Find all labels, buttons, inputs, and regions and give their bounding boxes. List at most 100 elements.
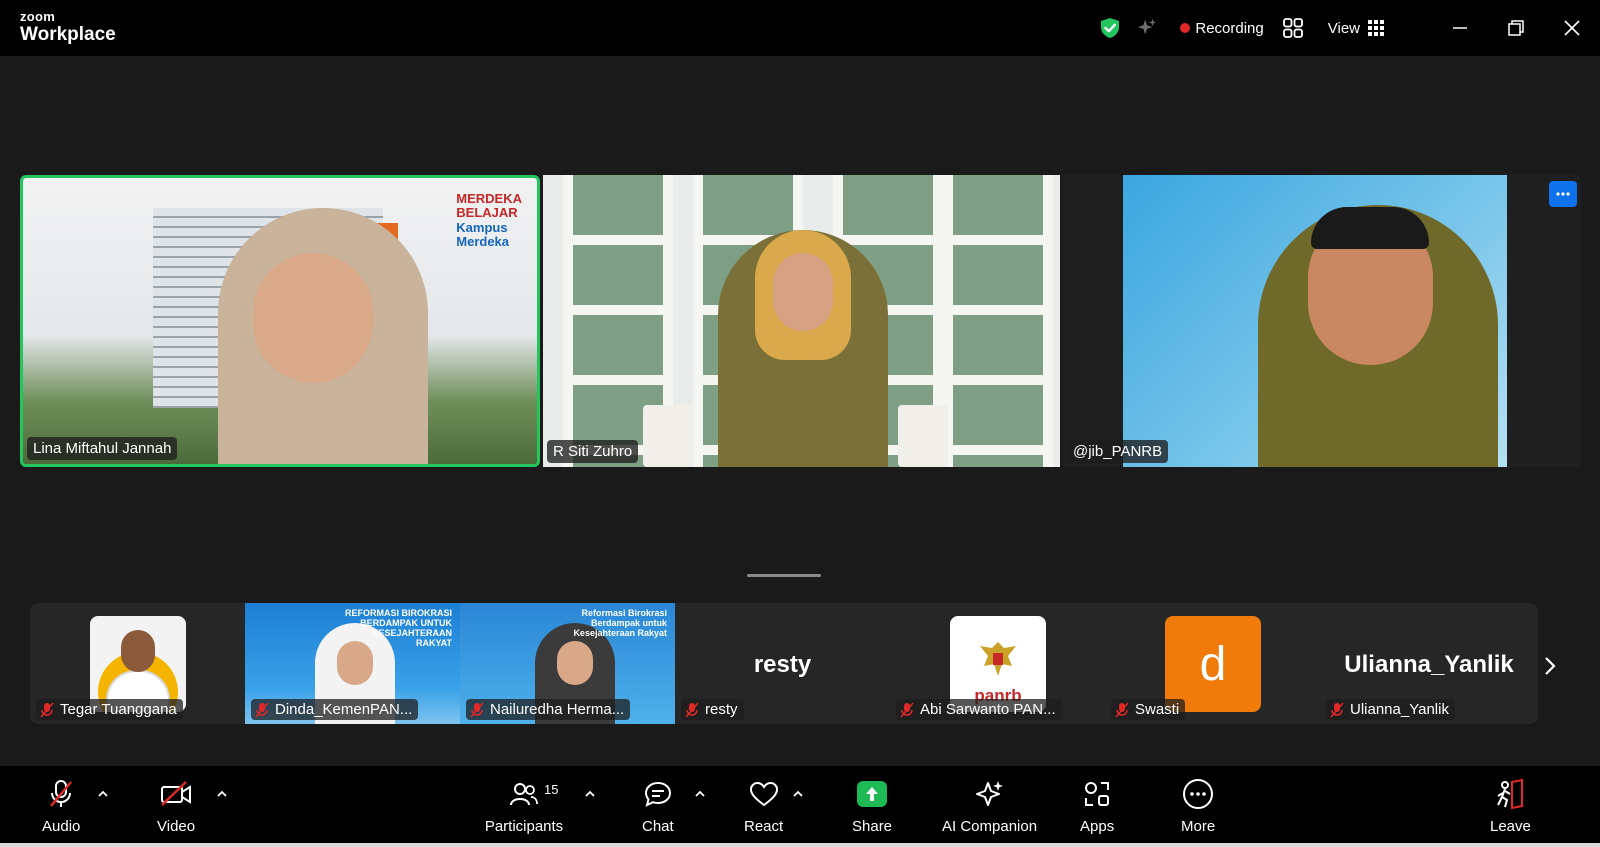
participant-display-name: resty bbox=[753, 651, 812, 678]
participant-name-label: Swasti bbox=[1111, 699, 1186, 720]
meeting-toolbar: Audio Video 15 Participants Chat React S… bbox=[0, 766, 1600, 847]
video-options-caret-icon[interactable] bbox=[216, 788, 228, 800]
restore-icon bbox=[1508, 20, 1524, 36]
video-tile-2[interactable]: R Siti Zuhro bbox=[543, 175, 1060, 467]
audio-label: Audio bbox=[42, 818, 81, 835]
mic-muted-icon bbox=[1330, 702, 1344, 717]
camera-off-icon bbox=[161, 781, 192, 806]
leave-button[interactable]: Leave bbox=[1490, 778, 1531, 835]
ai-companion-label: AI Companion bbox=[942, 818, 1038, 835]
filmstrip-tile[interactable]: panrb Abi Sarwanto PAN... bbox=[890, 603, 1105, 724]
title-bar: zoom Workplace Recording View bbox=[0, 0, 1600, 56]
video-banner-text: Reformasi Birokrasi Berdampak untuk Kese… bbox=[573, 608, 667, 638]
merdeka-belajar-banner: MERDEKA BELAJAR Kampus Merdeka bbox=[456, 191, 522, 249]
participant-name-label: Nailuredha Herma... bbox=[466, 699, 631, 720]
brand-top: zoom bbox=[20, 9, 56, 24]
participant-name: Swasti bbox=[1135, 701, 1180, 718]
mic-muted-icon bbox=[255, 702, 269, 717]
participant-video-feed: MERDEKA BELAJAR Kampus Merdeka bbox=[23, 178, 537, 464]
tile-more-options-button[interactable] bbox=[1549, 181, 1577, 207]
ai-sparkle-icon[interactable] bbox=[1136, 17, 1158, 39]
filmstrip-tile[interactable]: d Swasti bbox=[1105, 603, 1320, 724]
chat-bubble-icon bbox=[644, 781, 671, 807]
brand-bottom: Workplace bbox=[20, 24, 116, 45]
view-button[interactable]: View bbox=[1328, 20, 1384, 37]
chat-label: Chat bbox=[642, 818, 674, 835]
participant-name-label: Tegar Tuanggana bbox=[36, 699, 183, 720]
audio-button[interactable]: Audio bbox=[42, 778, 80, 835]
ellipsis-icon bbox=[1556, 192, 1570, 196]
minimize-icon bbox=[1453, 27, 1467, 29]
avatar bbox=[90, 616, 186, 712]
participant-video-feed bbox=[1123, 175, 1507, 467]
view-grid-icon bbox=[1368, 20, 1384, 36]
restore-button[interactable] bbox=[1488, 0, 1544, 56]
layout-grid-icon[interactable] bbox=[1282, 17, 1304, 39]
more-ellipsis-icon bbox=[1183, 779, 1214, 809]
more-label: More bbox=[1181, 818, 1216, 835]
react-options-caret-icon[interactable] bbox=[792, 788, 804, 800]
chat-button[interactable]: Chat bbox=[642, 778, 674, 835]
participant-name: Ulianna_Yanlik bbox=[1350, 701, 1449, 718]
share-button[interactable]: Share bbox=[852, 778, 892, 835]
apps-label: Apps bbox=[1080, 818, 1115, 835]
filmstrip-next-button[interactable] bbox=[1540, 646, 1560, 686]
close-icon bbox=[1564, 20, 1580, 36]
filmstrip-tile[interactable]: resty resty bbox=[675, 603, 890, 724]
participant-name-label: R Siti Zuhro bbox=[547, 440, 639, 463]
participant-video-feed bbox=[543, 175, 1060, 467]
close-button[interactable] bbox=[1544, 0, 1600, 56]
filmstrip: Tegar Tuanggana REFORMASI BIROKRASI BERD… bbox=[30, 603, 1538, 724]
react-button[interactable]: React bbox=[744, 778, 783, 835]
mic-muted-icon bbox=[40, 702, 54, 717]
filmstrip-tile[interactable]: Reformasi Birokrasi Berdampak untuk Kese… bbox=[460, 603, 675, 724]
apps-button[interactable]: Apps bbox=[1080, 778, 1114, 835]
share-screen-icon bbox=[857, 781, 888, 807]
participant-name-label: resty bbox=[681, 699, 744, 720]
chevron-right-icon bbox=[1545, 657, 1556, 675]
participant-name-label: Ulianna_Yanlik bbox=[1326, 699, 1455, 720]
participant-name-label: Abi Sarwanto PAN... bbox=[896, 699, 1062, 720]
filmstrip-tile[interactable]: REFORMASI BIROKRASI BERDAMPAK UNTUK KESE… bbox=[245, 603, 460, 724]
participant-name: Dinda_KemenPAN... bbox=[275, 701, 413, 718]
recording-indicator[interactable]: Recording bbox=[1180, 20, 1264, 37]
video-button[interactable]: Video bbox=[157, 778, 195, 835]
microphone-muted-icon bbox=[50, 780, 73, 807]
share-label: Share bbox=[852, 818, 893, 835]
react-label: React bbox=[744, 818, 784, 835]
participant-name: Tegar Tuanggana bbox=[60, 701, 177, 718]
participants-icon bbox=[510, 783, 538, 806]
video-tile-3[interactable]: @jib_PANRB bbox=[1063, 175, 1581, 467]
leave-label: Leave bbox=[1490, 818, 1531, 835]
chat-options-caret-icon[interactable] bbox=[694, 788, 706, 800]
more-button[interactable]: More bbox=[1181, 778, 1215, 835]
filmstrip-tile[interactable]: Tegar Tuanggana bbox=[30, 603, 245, 724]
banner-line-2: BELAJAR bbox=[456, 205, 518, 221]
ai-companion-button[interactable]: AI Companion bbox=[942, 778, 1037, 835]
ai-companion-sparkle-icon bbox=[975, 781, 1003, 806]
participant-name-label: Lina Miftahul Jannah bbox=[27, 437, 178, 460]
apps-icon bbox=[1085, 782, 1110, 806]
participant-display-name: Ulianna_Yanlik bbox=[1344, 651, 1514, 678]
encryption-shield-icon[interactable] bbox=[1098, 16, 1122, 40]
participant-name: Nailuredha Herma... bbox=[490, 701, 625, 718]
leave-door-icon bbox=[1497, 779, 1524, 809]
avatar: d bbox=[1165, 616, 1261, 712]
filmstrip-tile[interactable]: Ulianna_Yanlik Ulianna_Yanlik bbox=[1320, 603, 1538, 724]
audio-options-caret-icon[interactable] bbox=[97, 788, 109, 800]
banner-line-3: Kampus bbox=[456, 219, 508, 235]
video-label: Video bbox=[157, 818, 196, 835]
participant-name-label: Dinda_KemenPAN... bbox=[251, 699, 419, 720]
video-tile-1[interactable]: MERDEKA BELAJAR Kampus Merdeka Lina Mift… bbox=[20, 175, 540, 467]
mic-muted-icon bbox=[470, 702, 484, 717]
banner-line-4: Merdeka bbox=[456, 233, 510, 249]
mic-muted-icon bbox=[1115, 702, 1129, 717]
participants-options-caret-icon[interactable] bbox=[584, 788, 596, 800]
participant-name-label: @jib_PANRB bbox=[1067, 440, 1169, 463]
participants-label: Participants bbox=[484, 818, 564, 835]
filmstrip-resize-handle[interactable] bbox=[747, 574, 821, 577]
mic-muted-icon bbox=[900, 702, 914, 717]
participant-name: Abi Sarwanto PAN... bbox=[920, 701, 1056, 718]
participants-button[interactable]: 15 Participants bbox=[484, 778, 564, 835]
minimize-button[interactable] bbox=[1432, 0, 1488, 56]
